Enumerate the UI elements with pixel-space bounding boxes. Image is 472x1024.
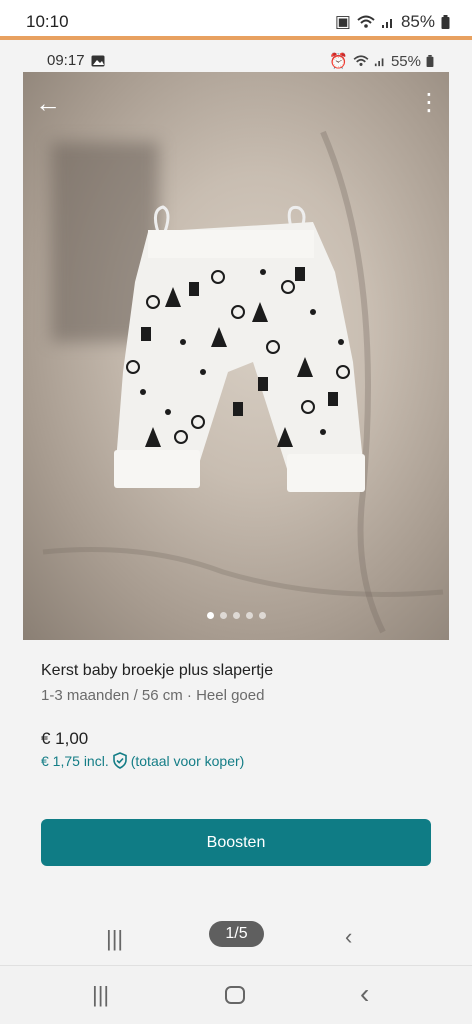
outer-battery-text: 85% [400,12,435,31]
alarm-icon: ⏰ [329,53,348,70]
baby-pants-image [42,130,444,634]
listing-subtitle: 1-3 maanden / 56 cm · Heel goed [41,687,265,704]
gallery-icon [91,55,105,66]
carousel-dot[interactable] [258,612,266,619]
carousel-indicator [23,612,449,619]
product-photo-carousel[interactable]: ← ⋮ [23,72,449,640]
price-incl-buyer-protection[interactable]: € 1,75 incl. (totaal voor koper) [41,752,244,769]
outer-status-icons: ▣ 85% [335,12,450,32]
carousel-dot[interactable] [232,612,240,619]
inner-signal-icon [374,58,384,67]
back-icon[interactable]: ‹ [360,978,369,1010]
inner-status-time: 09:17 [47,52,85,69]
carousel-dot[interactable] [219,612,227,619]
recents-icon[interactable]: ||| [92,982,109,1008]
battery-saver-icon: ▣ [334,12,351,31]
listing-title: Kerst baby broekje plus slapertje [41,662,274,679]
page-counter: 1/5 [209,921,264,947]
home-icon[interactable] [225,986,245,1004]
inner-battery-text: 55% [390,52,421,70]
carousel-dot[interactable] [245,612,253,619]
battery-icon [441,15,450,29]
wifi-icon [357,15,375,28]
price-incl-text: € 1,75 incl. [41,752,109,769]
recents-icon[interactable]: ||| [106,926,123,952]
back-icon[interactable]: ‹ [345,924,352,950]
outer-status-time: 10:10 [26,12,69,31]
back-arrow-icon[interactable]: ← [33,88,63,118]
more-vertical-icon[interactable]: ⋮ [417,88,441,118]
boost-button[interactable]: Boosten [41,819,431,866]
listing-price: € 1,00 [41,729,89,748]
signal-icon [381,19,392,28]
shield-check-icon [112,752,127,769]
inner-battery-icon [426,55,434,67]
system-navigation-bar: ||| ‹ [0,965,472,1024]
inner-status-icons: ⏰ 55% [329,52,434,70]
price-incl-note: (totaal voor koper) [130,752,245,769]
inner-status-time-group: 09:17 [47,52,105,69]
carousel-dot[interactable] [206,612,214,619]
inner-wifi-icon [353,55,369,66]
